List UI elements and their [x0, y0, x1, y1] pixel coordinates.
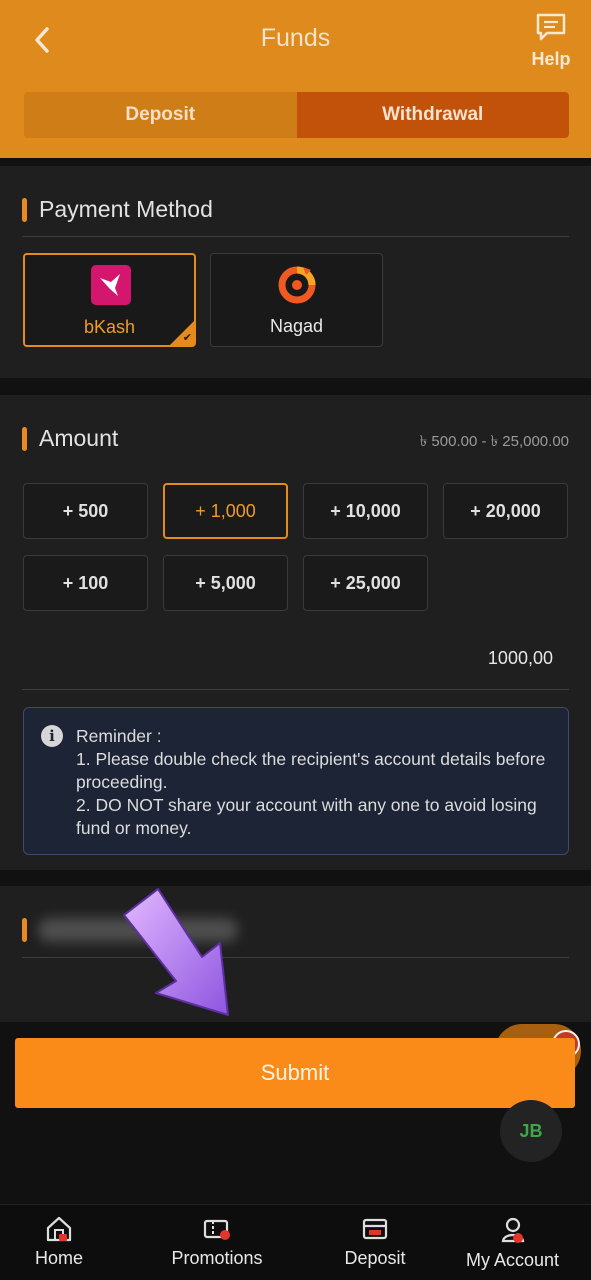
nav-promotions[interactable]: Promotions: [118, 1205, 316, 1280]
ticket-icon: [203, 1219, 230, 1240]
nagad-label: Nagad: [269, 316, 324, 336]
home-icon: [46, 1216, 72, 1242]
tab-withdrawal[interactable]: Withdrawal: [296, 92, 569, 138]
header: Funds Help Deposit Withdrawal: [0, 0, 591, 158]
payment-method-section: Payment Method bKash ✔ Nagad: [0, 166, 591, 378]
pointer-arrow-icon: [123, 888, 229, 1016]
page-title: Funds: [260, 24, 331, 52]
amount-title: Amount: [39, 425, 119, 451]
nav-home-label: Home: [34, 1248, 83, 1268]
nav-home[interactable]: Home: [0, 1205, 118, 1280]
reminder-line-2: 2. DO NOT share your account with any on…: [76, 795, 537, 838]
amount-heading: Amount: [22, 425, 118, 452]
help-button[interactable]: Help: [527, 12, 575, 70]
reminder-box: i Reminder : 1. Please double check the …: [23, 707, 569, 855]
amount-preset-5000[interactable]: + 5,000: [163, 555, 288, 611]
tab-deposit[interactable]: Deposit: [24, 92, 297, 138]
nagad-logo-icon: [278, 266, 316, 304]
account-icon: [501, 1217, 524, 1243]
amount-range: ৳ 500.00 - ৳ 25,000.00: [419, 433, 569, 450]
amount-input-underline: [22, 689, 569, 690]
heading-accent-bar: [22, 197, 27, 222]
amount-preset-25000[interactable]: + 25,000: [303, 555, 428, 611]
floating-brand-button[interactable]: JB: [500, 1100, 562, 1162]
info-icon: i: [41, 725, 63, 747]
amount-section: Amount ৳ 500.00 - ৳ 25,000.00 + 500 + 1,…: [0, 395, 591, 870]
nav-my-account-label: My Account: [465, 1250, 560, 1270]
heading-accent-bar: [22, 918, 27, 942]
heading-accent-bar: [22, 426, 27, 451]
bkash-logo-icon: [91, 265, 131, 305]
reminder-line-1: 1. Please double check the recipient's a…: [76, 749, 546, 792]
chat-icon: [536, 13, 566, 41]
divider: [22, 957, 569, 958]
amount-preset-10000[interactable]: + 10,000: [303, 483, 428, 539]
reminder-text: Reminder : 1. Please double check the re…: [76, 725, 556, 840]
card-icon: [362, 1218, 388, 1240]
blurred-heading: [22, 918, 39, 942]
check-icon: ✔: [182, 332, 192, 344]
divider: [22, 236, 569, 237]
reminder-heading: Reminder :: [76, 726, 162, 746]
amount-preset-20000[interactable]: + 20,000: [443, 483, 568, 539]
bkash-label: bKash: [83, 317, 136, 337]
submit-button[interactable]: Submit: [15, 1038, 575, 1108]
nav-promotions-label: Promotions: [171, 1248, 263, 1268]
amount-input[interactable]: 1000,00: [488, 648, 553, 669]
payment-method-heading: Payment Method: [22, 196, 213, 223]
payment-option-bkash[interactable]: bKash ✔: [23, 253, 196, 347]
amount-preset-100[interactable]: + 100: [23, 555, 148, 611]
help-label: Help: [531, 49, 571, 69]
blurred-section: [0, 886, 591, 1022]
nav-deposit-label: Deposit: [344, 1248, 406, 1268]
funds-tabs: Deposit Withdrawal: [24, 92, 569, 138]
amount-preset-500[interactable]: + 500: [23, 483, 148, 539]
nav-deposit[interactable]: Deposit: [316, 1205, 434, 1280]
amount-preset-1000[interactable]: + 1,000: [163, 483, 288, 539]
payment-option-nagad[interactable]: Nagad: [210, 253, 383, 347]
nav-my-account[interactable]: My Account: [434, 1205, 591, 1280]
bottom-nav: Home Promotions Deposit My Account: [0, 1204, 591, 1280]
payment-method-title: Payment Method: [39, 196, 213, 222]
